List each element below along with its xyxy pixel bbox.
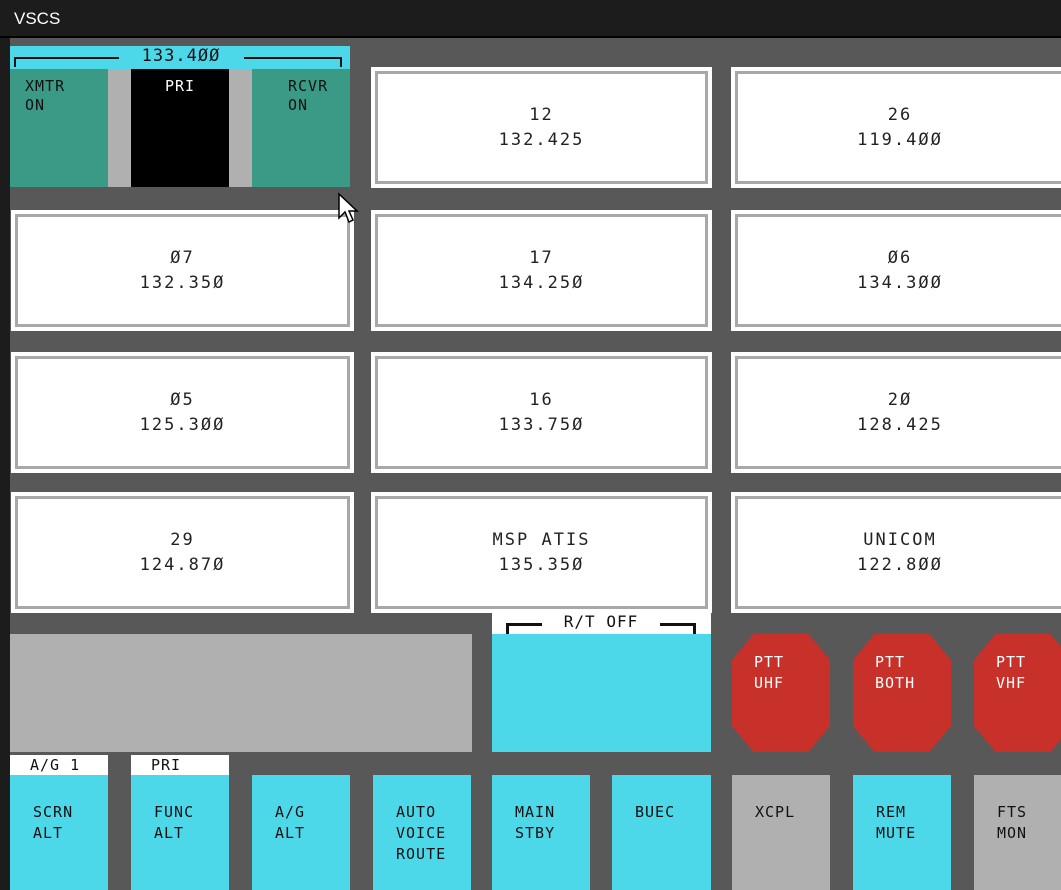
freq-id: 29 [170, 529, 195, 550]
ptt-mode: UHF [754, 674, 785, 692]
tab-pri: PRI [131, 755, 229, 775]
freq-id: 16 [529, 389, 554, 410]
ag-alt-button[interactable]: A/G ALT [252, 775, 350, 890]
rcvr-on-button[interactable]: RCVR ON [252, 69, 350, 187]
freq-value: 134.25Ø [498, 272, 585, 293]
freq-value: 128.425 [857, 414, 943, 435]
freq-value: 132.425 [498, 129, 585, 150]
freq-value: 133.75Ø [498, 414, 585, 435]
key-line: FTS [997, 803, 1028, 821]
rem-mute-button[interactable]: REM MUTE [853, 775, 951, 890]
rcvr-state: ON [288, 96, 309, 114]
key-line: STBY [515, 824, 556, 842]
freq-id: 26 [887, 104, 913, 125]
ptt-label: PTT [996, 653, 1027, 671]
freq-value: 119.4ØØ [857, 129, 943, 150]
freq-button-16[interactable]: 16 133.75Ø [371, 352, 712, 473]
ptt-label: PTT [875, 653, 906, 671]
freq-id: Ø5 [170, 389, 195, 410]
func-alt-button[interactable]: FUNC ALT [131, 775, 229, 890]
ag-frequency-bracket-right [244, 57, 342, 67]
key-line: REM [876, 803, 907, 821]
ptt-uhf-button[interactable]: PTT UHF [732, 634, 830, 752]
freq-button-12[interactable]: 12 132.425 [371, 67, 712, 188]
buec-button[interactable]: BUEC [612, 775, 711, 890]
key-line: VOICE [396, 824, 447, 842]
freq-button-20[interactable]: 2Ø 128.425 [731, 352, 1061, 473]
xmtr-on-button[interactable]: XMTR ON [10, 69, 108, 187]
key-line: BUEC [635, 803, 676, 821]
rcvr-label: RCVR [288, 77, 329, 95]
ptt-vhf-button[interactable]: PTT VHF [974, 634, 1061, 752]
key-line: FUNC [154, 803, 195, 821]
freq-button-07[interactable]: Ø7 132.35Ø [11, 210, 354, 331]
freq-id: MSP ATIS [492, 529, 591, 550]
pri-button[interactable]: PRI [131, 69, 229, 187]
freq-value: 134.3ØØ [857, 272, 943, 293]
ptt-mode: BOTH [875, 674, 916, 692]
key-line: ROUTE [396, 845, 447, 863]
auto-voice-route-button[interactable]: AUTO VOICE ROUTE [373, 775, 471, 890]
ag-frequency-bracket-left [14, 57, 119, 67]
divider [108, 69, 131, 187]
key-line: MON [997, 824, 1028, 842]
mouse-cursor-icon [338, 192, 359, 224]
key-line: MUTE [876, 824, 917, 842]
freq-value: 132.35Ø [139, 272, 226, 293]
freq-button-17[interactable]: 17 134.25Ø [371, 210, 712, 331]
ptt-mode: VHF [996, 674, 1027, 692]
pri-label: PRI [164, 77, 196, 95]
window-titlebar: VSCS [0, 0, 1061, 38]
freq-button-05[interactable]: Ø5 125.3ØØ [11, 352, 354, 473]
freq-id: Ø6 [887, 247, 913, 268]
freq-id: UNICOM [863, 529, 937, 550]
key-line: ALT [33, 824, 64, 842]
xmtr-label: XMTR [25, 77, 66, 95]
key-line: XCPL [755, 803, 796, 821]
freq-button-26[interactable]: 26 119.4ØØ [731, 67, 1061, 188]
blank-panel [10, 634, 472, 752]
freq-button-29[interactable]: 29 124.87Ø [11, 492, 354, 613]
rt-off-label: R/T OFF [563, 612, 639, 631]
ptt-label: PTT [754, 653, 785, 671]
key-line: ALT [154, 824, 185, 842]
freq-button-unicom[interactable]: UNICOM 122.8ØØ [731, 492, 1061, 613]
freq-id: 2Ø [887, 389, 913, 410]
key-line: SCRN [33, 803, 74, 821]
ag-main-frequency: 133.4ØØ [141, 46, 221, 66]
window-title: VSCS [14, 9, 61, 28]
freq-button-06[interactable]: Ø6 134.3ØØ [731, 210, 1061, 331]
xmtr-state: ON [25, 96, 46, 114]
tab-pri-label: PRI [151, 756, 182, 774]
rt-off-button[interactable] [492, 634, 711, 752]
key-line: MAIN [515, 803, 556, 821]
freq-id: 12 [529, 104, 554, 125]
key-line: ALT [275, 824, 306, 842]
divider [229, 69, 252, 187]
key-line: AUTO [396, 803, 437, 821]
tab-ag1: A/G 1 [10, 755, 108, 775]
key-line: A/G [275, 803, 306, 821]
xcpl-button[interactable]: XCPL [732, 775, 830, 890]
fts-mon-button[interactable]: FTS MON [974, 775, 1061, 890]
tab-ag1-label: A/G 1 [30, 756, 81, 774]
freq-value: 125.3ØØ [139, 414, 226, 435]
freq-value: 124.87Ø [139, 554, 226, 575]
freq-id: Ø7 [170, 247, 195, 268]
freq-value: 122.8ØØ [857, 554, 943, 575]
main-stby-button[interactable]: MAIN STBY [492, 775, 590, 890]
window-frame-left [0, 38, 10, 890]
ptt-both-button[interactable]: PTT BOTH [853, 634, 951, 752]
freq-button-msp-atis[interactable]: MSP ATIS 135.35Ø [371, 492, 712, 613]
freq-value: 135.35Ø [498, 554, 585, 575]
scrn-alt-button[interactable]: SCRN ALT [10, 775, 108, 890]
freq-id: 17 [529, 247, 554, 268]
